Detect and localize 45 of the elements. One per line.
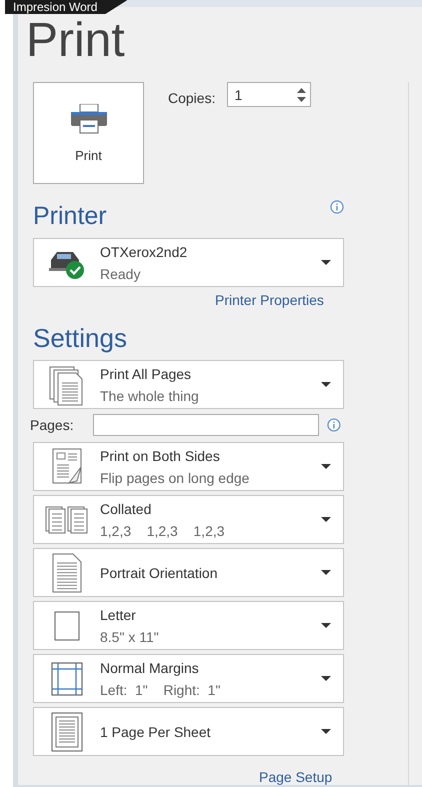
settings-dropdown[interactable]: Normal Margins Left: 1" Right: 1" bbox=[33, 654, 344, 703]
option-subtitle: Left: 1" Right: 1" bbox=[100, 682, 222, 698]
dropdown-caret-icon bbox=[321, 516, 331, 522]
option-subtitle: 8.5" x 11" bbox=[100, 628, 160, 644]
info-icon[interactable] bbox=[330, 200, 344, 214]
printer-heading: Printer bbox=[33, 201, 107, 232]
option-title: Print All Pages bbox=[100, 366, 192, 382]
settings-dropdown[interactable]: Print on Both Sides Flip pages on long edge bbox=[33, 442, 344, 491]
print-button[interactable]: Print bbox=[33, 82, 144, 184]
settings-dropdown[interactable]: Print All Pages The whole thing bbox=[33, 360, 344, 409]
option-subtitle: Flip pages on long edge bbox=[100, 470, 250, 486]
dropdown-caret-icon bbox=[321, 464, 331, 470]
page-setup-link[interactable]: Page Setup bbox=[259, 769, 332, 785]
tab-label: Impresion Word bbox=[5, 0, 128, 14]
copies-label: Copies: bbox=[168, 90, 216, 106]
printer-dropdown[interactable]: OTXerox2nd2 Ready bbox=[33, 238, 344, 287]
option-title: Portrait Orientation bbox=[100, 564, 218, 580]
page-title: Print bbox=[26, 16, 125, 66]
info-icon[interactable] bbox=[327, 418, 341, 432]
dropdown-caret-icon bbox=[321, 260, 331, 266]
option-title: Collated bbox=[100, 500, 152, 516]
dropdown-caret-icon bbox=[321, 676, 331, 682]
settings-heading: Settings bbox=[33, 322, 127, 354]
settings-dropdown[interactable]: 1 Page Per Sheet bbox=[33, 707, 344, 756]
dropdown-caret-icon bbox=[321, 382, 331, 388]
option-subtitle: The whole thing bbox=[100, 388, 200, 404]
dropdown-caret-icon bbox=[321, 570, 331, 576]
settings-dropdown[interactable]: Letter 8.5" x 11" bbox=[33, 601, 344, 650]
option-subtitle: 1,2,3 1,2,3 1,2,3 bbox=[100, 522, 226, 538]
spin-arrows-icon[interactable] bbox=[297, 88, 306, 102]
option-title: Normal Margins bbox=[100, 660, 200, 676]
settings-dropdown[interactable]: Collated 1,2,3 1,2,3 1,2,3 bbox=[33, 495, 344, 544]
dropdown-caret-icon bbox=[321, 728, 331, 734]
printer-status: Ready bbox=[100, 266, 142, 282]
printer-name: OTXerox2nd2 bbox=[100, 244, 188, 260]
copies-spinner[interactable]: 1 bbox=[227, 82, 312, 107]
dropdown-caret-icon bbox=[321, 622, 331, 628]
settings-dropdown[interactable]: Portrait Orientation bbox=[33, 548, 344, 597]
pages-label: Pages: bbox=[30, 417, 75, 433]
option-title: Print on Both Sides bbox=[100, 448, 221, 464]
option-title: Letter bbox=[100, 606, 137, 622]
printer-properties-link[interactable]: Printer Properties bbox=[215, 292, 324, 308]
pages-field[interactable] bbox=[93, 414, 320, 436]
option-title: 1 Page Per Sheet bbox=[100, 724, 212, 740]
printer-icon bbox=[70, 104, 106, 134]
